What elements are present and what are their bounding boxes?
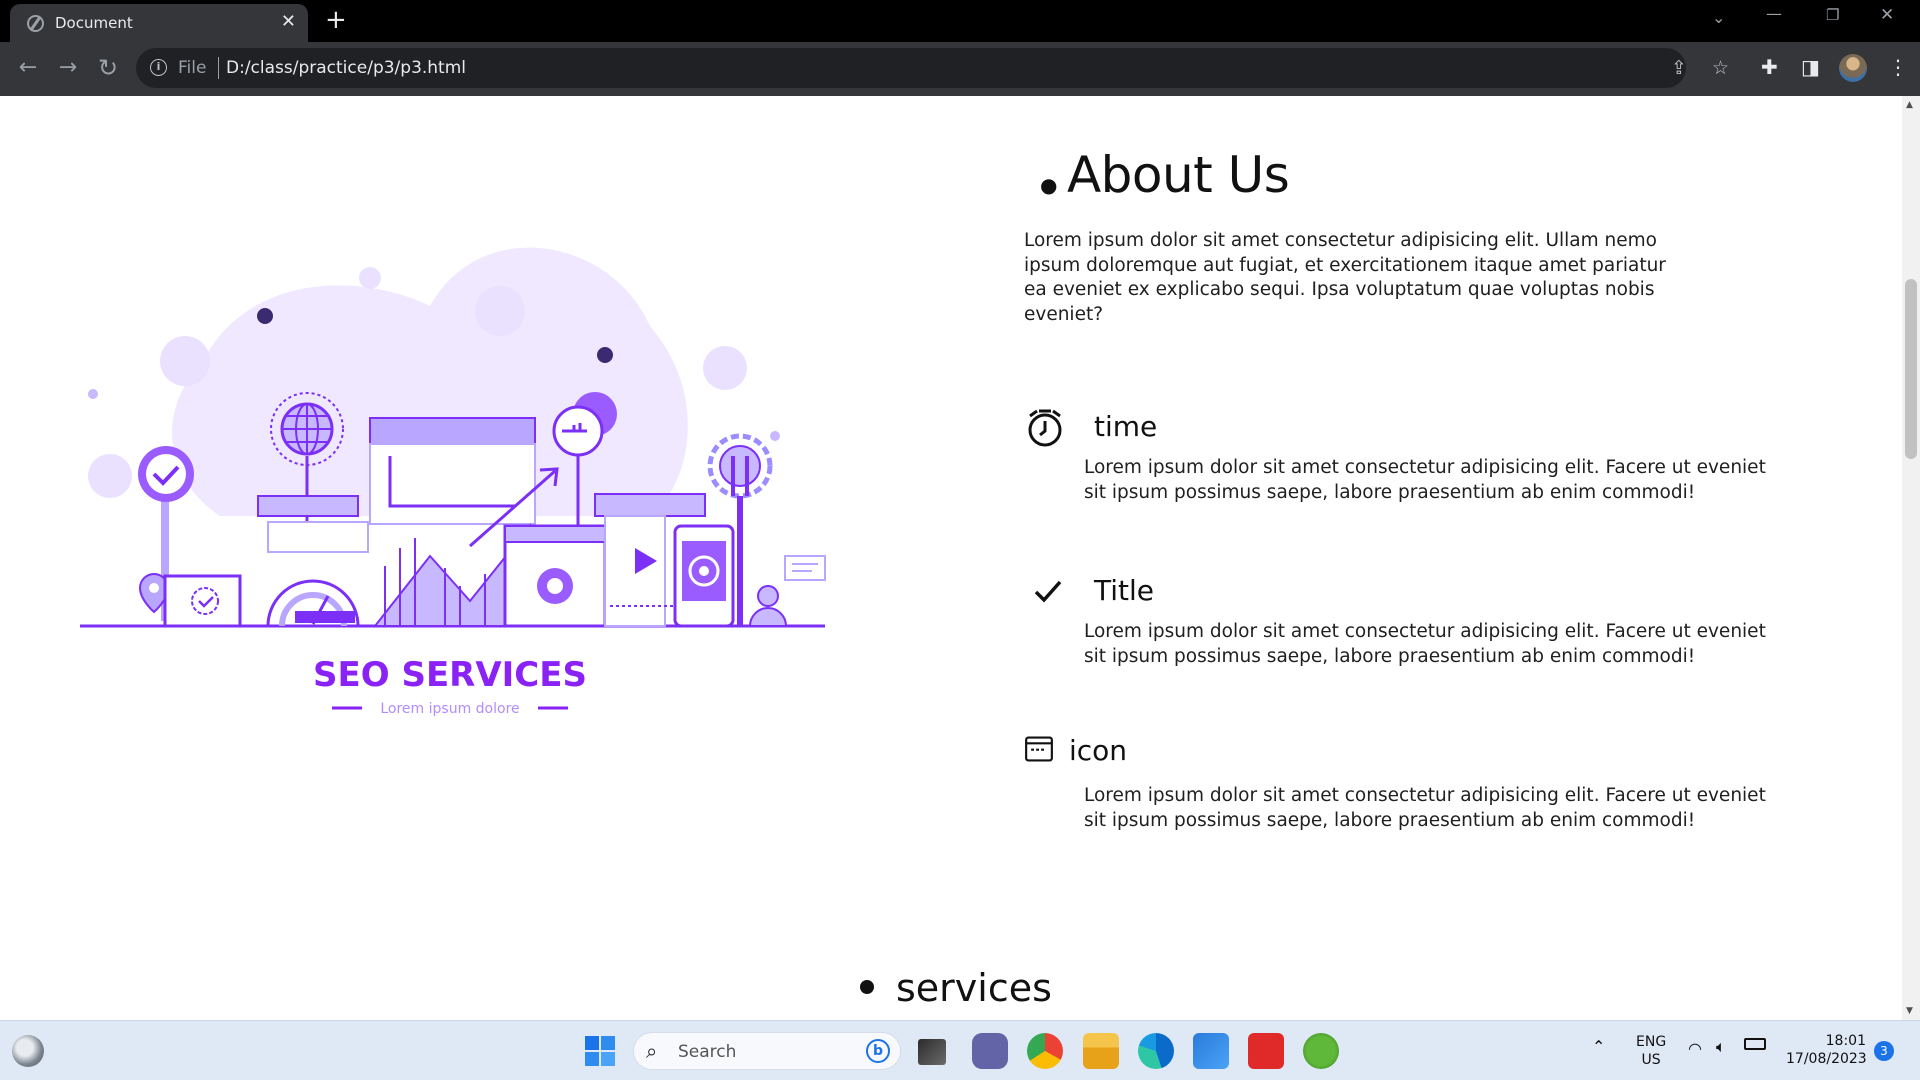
reload-button[interactable]: ↻	[92, 52, 124, 84]
gift-icon[interactable]	[1248, 1033, 1284, 1069]
address-bar[interactable]: i File D:/class/practice/p3/p3.html ⇪ ☆	[136, 48, 1729, 88]
date: 17/08/2023	[1786, 1051, 1867, 1067]
file-explorer-icon[interactable]	[1083, 1033, 1119, 1069]
services-title: services	[896, 966, 1052, 1010]
search-icon: ⌕	[646, 1039, 658, 1063]
title-bullet: ●	[1040, 172, 1057, 197]
language-code: ENG	[1636, 1034, 1667, 1050]
microsoft-store-icon[interactable]	[1193, 1033, 1229, 1069]
wifi-icon[interactable]: ◠	[1688, 1039, 1702, 1058]
url-text[interactable]: D:/class/practice/p3/p3.html	[226, 58, 466, 78]
site-info-icon[interactable]: i	[150, 59, 167, 76]
search-label: Search	[678, 1042, 737, 1062]
url-scheme: File	[178, 58, 207, 78]
side-panel-icon[interactable]: ◨	[1801, 55, 1820, 79]
feature-title: time	[1094, 410, 1158, 443]
feature-text: Lorem ipsum dolor sit amet consectetur a…	[1084, 457, 1766, 503]
notification-badge[interactable]: 3	[1874, 1041, 1894, 1061]
bookmark-star-icon[interactable]: ☆	[1712, 57, 1729, 79]
browser-toolbar: ← → ↻ i File D:/class/practice/p3/p3.htm…	[0, 42, 1920, 96]
region-code: US	[1641, 1052, 1661, 1068]
start-button[interactable]	[582, 1033, 618, 1069]
window-icon	[1025, 736, 1053, 762]
url-separator	[218, 57, 219, 79]
volume-icon[interactable]: 🔈︎	[1716, 1037, 1726, 1057]
teams-icon[interactable]	[972, 1033, 1008, 1069]
about-description: Lorem ipsum dolor sit amet consectetur a…	[1024, 230, 1666, 325]
scroll-thumb[interactable]	[1905, 279, 1917, 459]
about-title: ● About Us	[1040, 146, 1290, 204]
taskbar-search[interactable]: ⌕ Search b	[633, 1032, 901, 1070]
menu-icon[interactable]: ⋮	[1888, 55, 1908, 79]
page-viewport: SEO SERVICES Lorem ipsum dolore ● About U…	[0, 96, 1902, 1020]
globe-icon	[27, 15, 44, 32]
extensions-icon[interactable]: ✚	[1761, 55, 1778, 79]
tab-search-icon[interactable]: ⌄	[1712, 8, 1725, 27]
tab-title: Document	[55, 14, 133, 32]
language-indicator[interactable]: ENG US	[1636, 1033, 1666, 1069]
chrome-icon[interactable]	[1027, 1033, 1063, 1069]
seo-services-illustration: SEO SERVICES Lorem ipsum dolore	[80, 247, 826, 717]
scroll-down-arrow-icon[interactable]: ▼	[1906, 1006, 1913, 1016]
time: 18:01	[1825, 1033, 1866, 1049]
tab-strip: Document ✕ + ⌄ — ❐ ✕	[0, 0, 1920, 42]
bing-icon[interactable]: b	[866, 1039, 890, 1063]
feature-title: icon	[1069, 734, 1128, 767]
tab-close-icon[interactable]: ✕	[281, 12, 296, 32]
share-icon[interactable]: ⇪	[1671, 57, 1687, 79]
vertical-scrollbar[interactable]: ▲ ▼	[1902, 96, 1920, 1020]
seo-tagline: Lorem ipsum dolore	[380, 701, 519, 717]
task-view-icon[interactable]	[918, 1039, 946, 1065]
services-bullet	[860, 979, 874, 994]
about-title-text: About Us	[1066, 146, 1290, 204]
forward-button[interactable]: →	[52, 52, 84, 84]
clock[interactable]: 18:01 17/08/2023	[1786, 1032, 1867, 1068]
taskbar: ⌕ Search b ⌃ ENG US ◠ 🔈︎ 18:01 17/08/202…	[0, 1020, 1920, 1080]
seo-headline: SEO SERVICES	[313, 655, 587, 695]
services-heading: services	[860, 966, 1052, 1010]
feature-text: Lorem ipsum dolor sit amet consectetur a…	[1084, 621, 1766, 667]
feature-title: Title	[1094, 574, 1155, 607]
battery-icon[interactable]	[1744, 1038, 1766, 1050]
feature-text: Lorem ipsum dolor sit amet consectetur a…	[1084, 785, 1766, 831]
new-tab-button[interactable]: +	[325, 6, 347, 34]
minimize-button[interactable]: —	[1766, 4, 1782, 23]
show-hidden-icons-chevron-icon[interactable]: ⌃	[1592, 1037, 1605, 1056]
scroll-up-arrow-icon[interactable]: ▲	[1906, 100, 1913, 110]
profile-avatar[interactable]	[1839, 54, 1867, 82]
utorrent-icon[interactable]	[1303, 1033, 1339, 1069]
browser-tab[interactable]: Document ✕	[10, 4, 308, 42]
restore-button[interactable]: ❐	[1826, 6, 1839, 24]
checkmark-icon	[1034, 580, 1062, 603]
weather-widget-icon[interactable]	[12, 1035, 44, 1067]
back-button[interactable]: ←	[12, 52, 44, 84]
edge-icon[interactable]	[1138, 1033, 1174, 1069]
close-window-button[interactable]: ✕	[1880, 5, 1894, 25]
alarm-clock-icon	[1028, 409, 1062, 447]
